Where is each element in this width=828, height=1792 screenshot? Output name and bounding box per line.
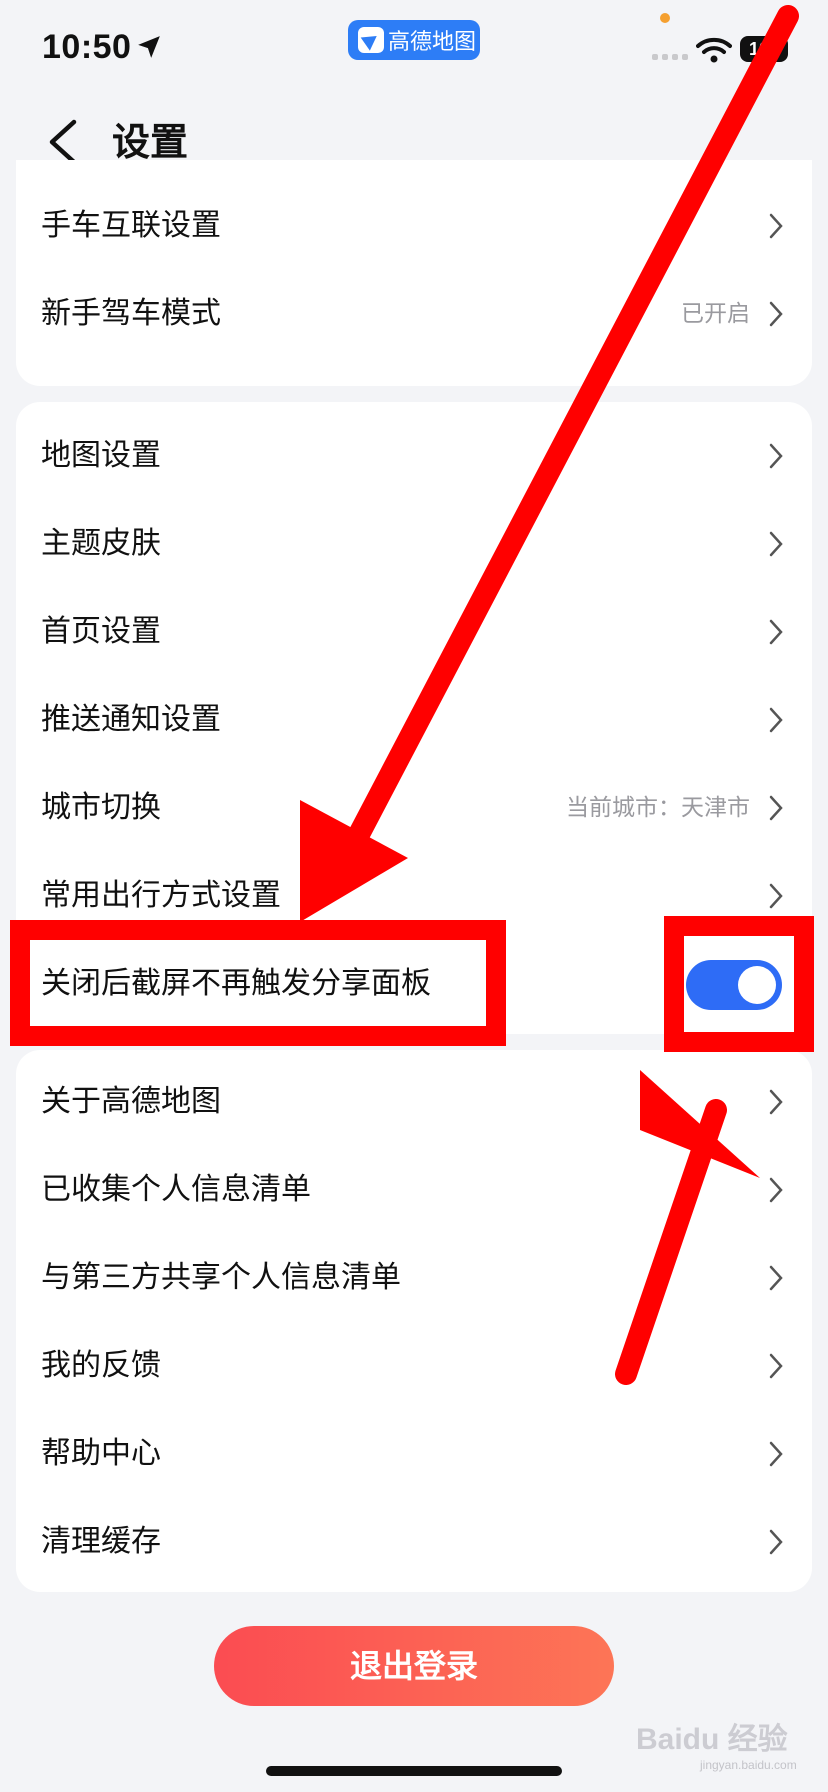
settings-item-help-center[interactable]: 帮助中心 bbox=[16, 1410, 812, 1498]
chevron-right-icon bbox=[769, 795, 783, 821]
settings-item-map[interactable]: 地图设置 bbox=[16, 412, 812, 500]
settings-card-vehicle: 手车互联设置 新手驾车模式 已开启 bbox=[16, 160, 812, 386]
chevron-right-icon bbox=[769, 1353, 783, 1379]
settings-item-label: 首页设置 bbox=[41, 614, 161, 649]
settings-item-third-party-info[interactable]: 与第三方共享个人信息清单 bbox=[16, 1234, 812, 1322]
chevron-right-icon bbox=[769, 883, 783, 909]
settings-item-label: 地图设置 bbox=[41, 438, 161, 473]
settings-item-label: 清理缓存 bbox=[41, 1524, 161, 1559]
settings-item-label: 与第三方共享个人信息清单 bbox=[41, 1260, 401, 1295]
settings-item-push-notification[interactable]: 推送通知设置 bbox=[16, 676, 812, 764]
settings-item-about[interactable]: 关于高德地图 bbox=[16, 1058, 812, 1146]
app-indicator-pill[interactable]: 高德地图 bbox=[348, 20, 480, 60]
annotation-highlight-label bbox=[10, 920, 506, 1046]
novice-mode-status: 已开启 bbox=[681, 301, 750, 327]
settings-item-city-switch[interactable]: 城市切换 当前城市：天津市 bbox=[16, 764, 812, 852]
settings-item-label: 已收集个人信息清单 bbox=[41, 1172, 311, 1207]
chevron-right-icon bbox=[769, 1177, 783, 1203]
cellular-signal-icon bbox=[652, 54, 688, 60]
chevron-right-icon bbox=[769, 1089, 783, 1115]
watermark-url: jingyan.baidu.com bbox=[700, 1758, 797, 1772]
settings-item-collected-info[interactable]: 已收集个人信息清单 bbox=[16, 1146, 812, 1234]
settings-item-theme[interactable]: 主题皮肤 bbox=[16, 500, 812, 588]
current-city-value: 当前城市：天津市 bbox=[566, 795, 750, 821]
settings-item-novice-driving[interactable]: 新手驾车模式 已开启 bbox=[16, 270, 812, 358]
privacy-indicator-dot bbox=[660, 13, 670, 23]
chevron-right-icon bbox=[769, 443, 783, 469]
chevron-right-icon bbox=[769, 707, 783, 733]
chevron-right-icon bbox=[769, 619, 783, 645]
settings-item-label: 新手驾车模式 bbox=[41, 296, 221, 331]
baidu-jingyan-watermark: Baidu 经验 bbox=[636, 1723, 788, 1756]
annotation-highlight-toggle bbox=[664, 916, 814, 1052]
settings-item-label: 推送通知设置 bbox=[41, 702, 221, 737]
settings-item-label: 手车互联设置 bbox=[41, 208, 221, 243]
home-indicator[interactable] bbox=[266, 1766, 562, 1776]
logout-button[interactable]: 退出登录 bbox=[214, 1626, 614, 1706]
chevron-right-icon bbox=[769, 1529, 783, 1555]
settings-item-label: 主题皮肤 bbox=[41, 526, 161, 561]
chevron-right-icon bbox=[769, 1441, 783, 1467]
chevron-right-icon bbox=[769, 301, 783, 327]
settings-item-feedback[interactable]: 我的反馈 bbox=[16, 1322, 812, 1410]
settings-item-label: 帮助中心 bbox=[41, 1436, 161, 1471]
battery-icon: 100 bbox=[740, 36, 788, 62]
settings-card-about: 关于高德地图 已收集个人信息清单 与第三方共享个人信息清单 我的反馈 帮助中心 … bbox=[16, 1050, 812, 1592]
app-pill-label: 高德地图 bbox=[388, 30, 477, 55]
settings-item-label: 城市切换 bbox=[41, 790, 161, 825]
settings-item-car-link[interactable]: 手车互联设置 bbox=[16, 182, 812, 270]
settings-item-label: 我的反馈 bbox=[41, 1348, 161, 1383]
settings-item-clear-cache[interactable]: 清理缓存 bbox=[16, 1498, 812, 1586]
chevron-right-icon bbox=[769, 531, 783, 557]
location-arrow-icon bbox=[138, 36, 160, 58]
amap-app-icon bbox=[358, 27, 384, 53]
settings-item-homepage[interactable]: 首页设置 bbox=[16, 588, 812, 676]
status-bar: 10:50 高德地图 100 bbox=[0, 0, 828, 100]
status-time: 10:50 bbox=[42, 28, 132, 66]
chevron-right-icon bbox=[769, 213, 783, 239]
chevron-right-icon bbox=[769, 1265, 783, 1291]
settings-item-label: 关于高德地图 bbox=[41, 1084, 221, 1119]
wifi-icon bbox=[696, 37, 732, 63]
